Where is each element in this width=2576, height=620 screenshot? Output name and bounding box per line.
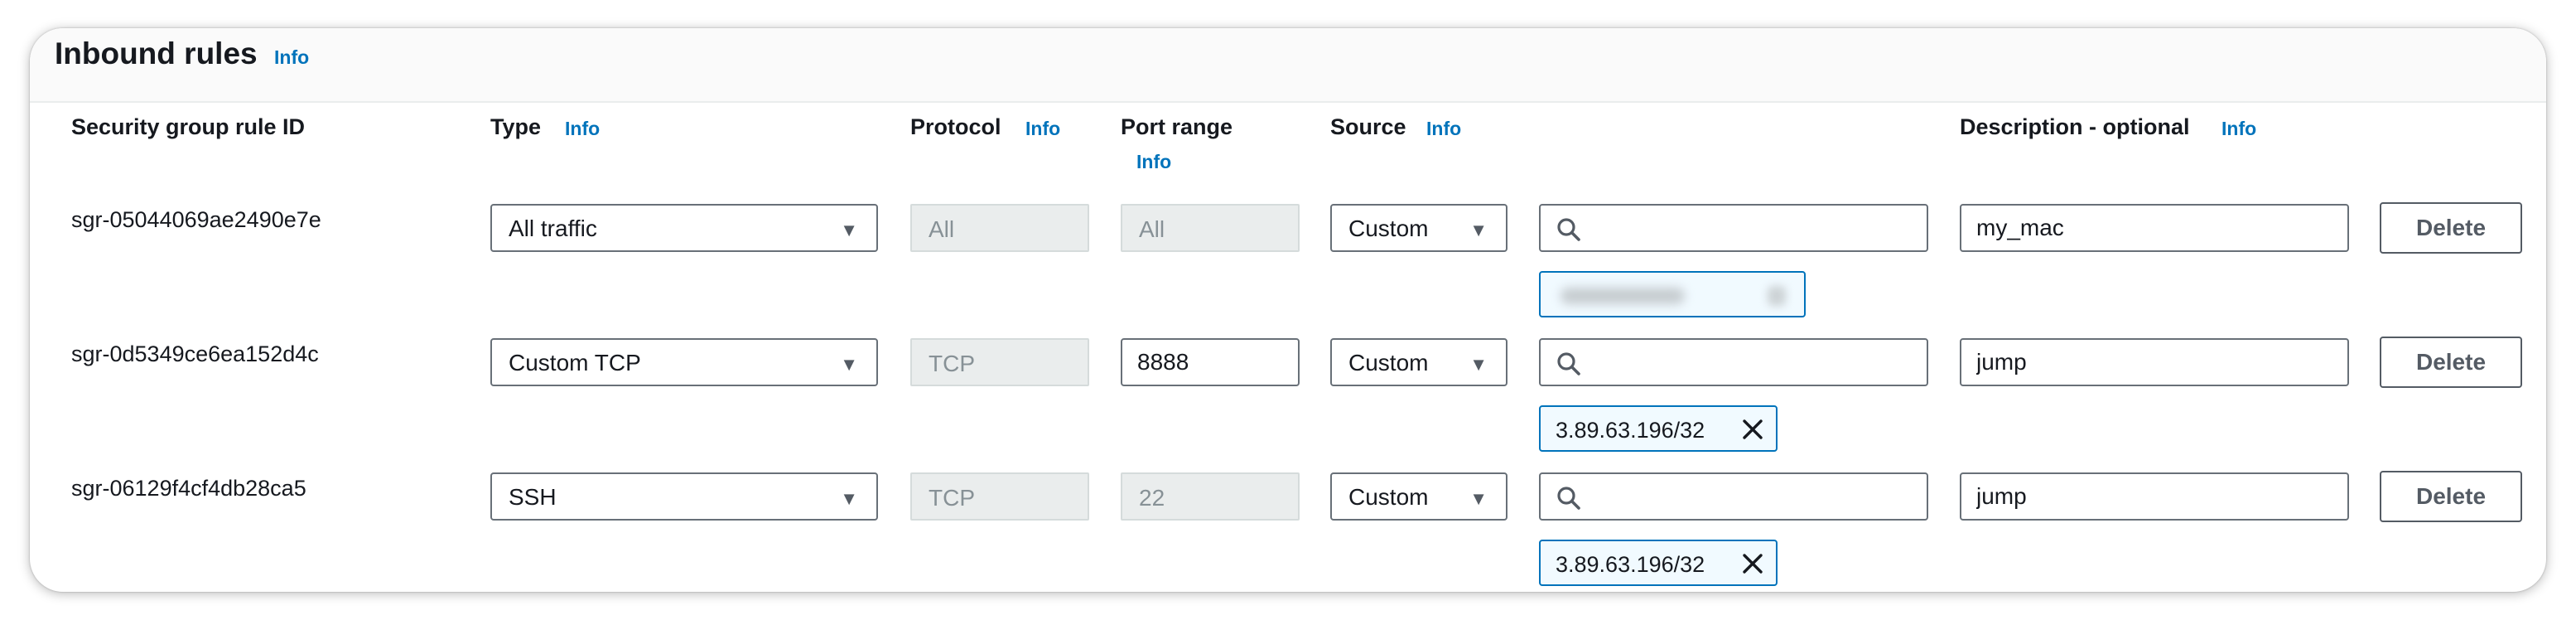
source-token-label: 3.89.63.196/32 — [1556, 552, 1705, 577]
search-icon — [1557, 487, 1580, 510]
protocol-value: All — [929, 216, 955, 242]
delete-button[interactable]: Delete — [2380, 202, 2522, 254]
protocol-field: All — [910, 204, 1089, 252]
source-type-select[interactable]: Custom ▼ — [1330, 338, 1507, 386]
description-input[interactable] — [1960, 204, 2349, 252]
source-token: 3.89.63.196/32 — [1539, 405, 1778, 452]
search-icon — [1557, 218, 1580, 241]
source-type-value: Custom — [1348, 350, 1429, 375]
description-input[interactable] — [1960, 338, 2349, 386]
port-range-field: 22 — [1121, 472, 1300, 521]
redacted-ip — [1561, 288, 1685, 304]
caret-down-icon: ▼ — [1469, 354, 1488, 375]
close-icon[interactable] — [1768, 286, 1786, 306]
caret-down-icon: ▼ — [840, 220, 858, 240]
protocol-value: TCP — [929, 351, 975, 376]
col-header-rule-id: Security group rule ID — [71, 114, 306, 139]
caret-down-icon: ▼ — [1469, 488, 1488, 509]
source-token-redacted — [1539, 271, 1806, 317]
port-range-info-link[interactable]: Info — [1136, 151, 1171, 173]
protocol-field: TCP — [910, 472, 1089, 521]
description-input[interactable] — [1960, 472, 2349, 521]
rule-id: sgr-0d5349ce6ea152d4c — [71, 341, 319, 366]
close-icon[interactable] — [1741, 552, 1764, 575]
delete-button[interactable]: Delete — [2380, 471, 2522, 522]
source-type-select[interactable]: Custom ▼ — [1330, 472, 1507, 521]
source-type-value: Custom — [1348, 484, 1429, 510]
description-info-link[interactable]: Info — [2221, 118, 2256, 140]
port-range-value: 22 — [1139, 485, 1165, 511]
source-type-select[interactable]: Custom ▼ — [1330, 204, 1507, 252]
source-info-link[interactable]: Info — [1426, 118, 1461, 140]
col-header-source: Source — [1330, 114, 1406, 139]
source-type-value: Custom — [1348, 216, 1429, 241]
type-select-value: Custom TCP — [509, 350, 641, 375]
port-range-field: All — [1121, 204, 1300, 252]
type-info-link[interactable]: Info — [565, 118, 600, 140]
caret-down-icon: ▼ — [840, 354, 858, 375]
caret-down-icon: ▼ — [840, 488, 858, 509]
delete-button[interactable]: Delete — [2380, 337, 2522, 388]
caret-down-icon: ▼ — [1469, 220, 1488, 240]
col-header-description: Description - optional — [1960, 114, 2190, 139]
section-title: Inbound rules — [55, 36, 258, 70]
source-token-label: 3.89.63.196/32 — [1556, 418, 1705, 443]
protocol-info-link[interactable]: Info — [1025, 118, 1060, 140]
type-select-value: All traffic — [509, 216, 597, 241]
port-range-input[interactable] — [1121, 338, 1300, 386]
col-header-port-range: Port range — [1121, 114, 1233, 139]
source-search-input[interactable] — [1539, 338, 1928, 386]
protocol-value: TCP — [929, 485, 975, 511]
type-select[interactable]: SSH ▼ — [490, 472, 878, 521]
source-token: 3.89.63.196/32 — [1539, 540, 1778, 586]
inbound-rules-panel: Inbound rules Info Security group rule I… — [30, 28, 2546, 592]
rule-id: sgr-05044069ae2490e7e — [71, 207, 321, 232]
section-info-link[interactable]: Info — [274, 46, 309, 69]
panel-header: Inbound rules Info — [30, 28, 2546, 103]
close-icon[interactable] — [1741, 418, 1764, 441]
col-header-protocol: Protocol — [910, 114, 1001, 139]
protocol-field: TCP — [910, 338, 1089, 386]
type-select[interactable]: Custom TCP ▼ — [490, 338, 878, 386]
rule-id: sgr-06129f4cf4db28ca5 — [71, 476, 306, 501]
source-search-input[interactable] — [1539, 204, 1928, 252]
type-select-value: SSH — [509, 484, 557, 510]
source-search-input[interactable] — [1539, 472, 1928, 521]
search-icon — [1557, 352, 1580, 375]
type-select[interactable]: All traffic ▼ — [490, 204, 878, 252]
port-range-value: All — [1139, 216, 1165, 242]
col-header-type: Type — [490, 114, 542, 139]
